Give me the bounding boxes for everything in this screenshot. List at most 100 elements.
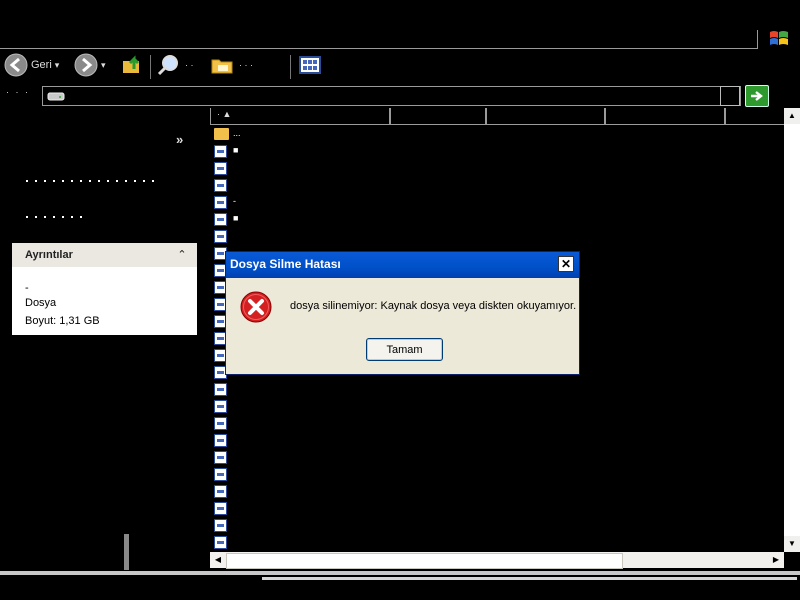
- file-icon: [214, 196, 227, 209]
- file-row[interactable]: [210, 466, 780, 483]
- go-arrow-icon: [751, 91, 763, 101]
- details-body: - Dosya Boyut: 1,31 GB: [25, 281, 100, 329]
- error-icon: [240, 291, 272, 323]
- go-button[interactable]: [745, 85, 769, 107]
- file-row[interactable]: [210, 483, 780, 500]
- file-icon: [214, 213, 227, 226]
- folders-button[interactable]: · · ·: [210, 52, 253, 78]
- status-bar-strip: [262, 577, 797, 580]
- column-header-size[interactable]: [390, 108, 486, 125]
- collapse-chevron-icon[interactable]: ⌃: [175, 248, 189, 262]
- file-row[interactable]: [210, 432, 780, 449]
- dialog-title: Dosya Silme Hatası: [230, 257, 341, 271]
- close-icon[interactable]: ✕: [558, 256, 574, 272]
- file-row[interactable]: [210, 381, 780, 398]
- details-item-name: -: [25, 282, 29, 294]
- menu-bar: [0, 26, 760, 48]
- file-row[interactable]: [210, 500, 780, 517]
- forward-dropdown-icon[interactable]: ▾: [101, 60, 106, 71]
- file-row[interactable]: [210, 177, 780, 194]
- task-pane: » Ayrıntılar ⌃ - Dosya Boyut: 1,31 GB: [0, 108, 210, 574]
- search-extra-icon: · ·: [185, 60, 194, 70]
- folder-icon: [214, 128, 229, 140]
- file-row[interactable]: ■: [210, 211, 780, 228]
- folders-extra-icon: · · ·: [239, 60, 253, 70]
- file-row[interactable]: ■: [210, 143, 780, 160]
- task-link[interactable]: [26, 180, 161, 182]
- file-icon: [214, 230, 227, 243]
- back-button-label: Geri: [31, 59, 52, 71]
- forward-button[interactable]: ▾: [74, 52, 106, 78]
- file-icon: [214, 179, 227, 192]
- menu-bar-divider-right: [757, 30, 758, 49]
- back-dropdown-icon[interactable]: ▾: [55, 60, 60, 71]
- dialog-titlebar[interactable]: Dosya Silme Hatası ✕: [226, 252, 579, 278]
- windows-logo-icon: [768, 28, 790, 50]
- file-row[interactable]: [210, 228, 780, 245]
- file-icon: [214, 502, 227, 515]
- address-input[interactable]: [42, 86, 741, 106]
- ok-button[interactable]: Tamam: [366, 338, 443, 361]
- artifact-mark: [124, 534, 129, 574]
- horizontal-scrollbar[interactable]: ◀ ▶: [210, 552, 784, 569]
- column-headers: · ▲: [210, 108, 785, 125]
- file-icon: [214, 519, 227, 532]
- file-row[interactable]: -: [210, 194, 780, 211]
- up-folder-button[interactable]: [120, 52, 144, 78]
- file-row-name: ■: [233, 213, 239, 223]
- file-icon: [214, 162, 227, 175]
- scroll-right-icon[interactable]: ▶: [768, 552, 784, 568]
- file-icon: [214, 485, 227, 498]
- file-icon: [214, 451, 227, 464]
- file-row[interactable]: [210, 415, 780, 432]
- column-header-modified[interactable]: [605, 108, 725, 125]
- details-title: Ayrıntılar: [25, 249, 73, 261]
- search-icon: [157, 55, 178, 76]
- address-label: · · ·: [6, 87, 30, 97]
- back-arrow-icon: [4, 53, 28, 77]
- file-icon: [214, 383, 227, 396]
- scroll-down-icon[interactable]: ▼: [784, 536, 800, 552]
- views-button[interactable]: [298, 52, 322, 78]
- vertical-scrollbar[interactable]: ▲ ▼: [784, 108, 800, 552]
- address-dropdown-button[interactable]: [720, 86, 740, 106]
- horizontal-scroll-thumb[interactable]: [226, 553, 623, 569]
- file-row[interactable]: [210, 517, 780, 534]
- file-icon: [214, 145, 227, 158]
- file-icon: [214, 434, 227, 447]
- up-folder-icon: [123, 55, 140, 73]
- file-icon: [214, 400, 227, 413]
- toolbar: Geri ▾ ▾ · · · · ·: [0, 52, 800, 82]
- expand-chevron-icon[interactable]: »: [176, 132, 183, 147]
- address-bar: · · ·: [0, 84, 800, 107]
- file-row[interactable]: [210, 160, 780, 177]
- search-button[interactable]: · ·: [156, 52, 194, 78]
- file-row-name: -: [233, 196, 236, 206]
- details-item-type: Dosya: [25, 297, 57, 309]
- forward-arrow-icon: [74, 53, 98, 77]
- status-bar-border: [0, 571, 800, 575]
- file-row[interactable]: [210, 398, 780, 415]
- file-row[interactable]: [210, 534, 780, 551]
- scroll-up-icon[interactable]: ▲: [784, 108, 800, 124]
- views-icon: [299, 56, 321, 74]
- column-header-name[interactable]: · ▲: [210, 108, 390, 125]
- back-button[interactable]: Geri ▾: [4, 52, 59, 78]
- file-icon: [214, 417, 227, 430]
- column-header-type[interactable]: [486, 108, 605, 125]
- error-dialog: Dosya Silme Hatası ✕ dosya silinemiyor: …: [225, 251, 580, 375]
- task-link[interactable]: [26, 216, 88, 218]
- dialog-message: dosya silinemiyor: Kaynak dosya veya dis…: [290, 300, 577, 312]
- column-header-extra[interactable]: [725, 108, 785, 125]
- toolbar-separator: [150, 55, 151, 79]
- scroll-left-icon[interactable]: ◀: [210, 552, 226, 568]
- folders-icon: [211, 59, 233, 74]
- file-row-name: ■: [233, 145, 239, 155]
- details-panel: Ayrıntılar ⌃ - Dosya Boyut: 1,31 GB: [12, 243, 197, 335]
- file-row-name: ...: [233, 128, 241, 138]
- details-header[interactable]: Ayrıntılar ⌃: [12, 243, 197, 267]
- toolbar-separator: [290, 55, 291, 79]
- file-row[interactable]: ...: [210, 126, 780, 143]
- file-row[interactable]: [210, 449, 780, 466]
- drive-icon: [47, 92, 65, 101]
